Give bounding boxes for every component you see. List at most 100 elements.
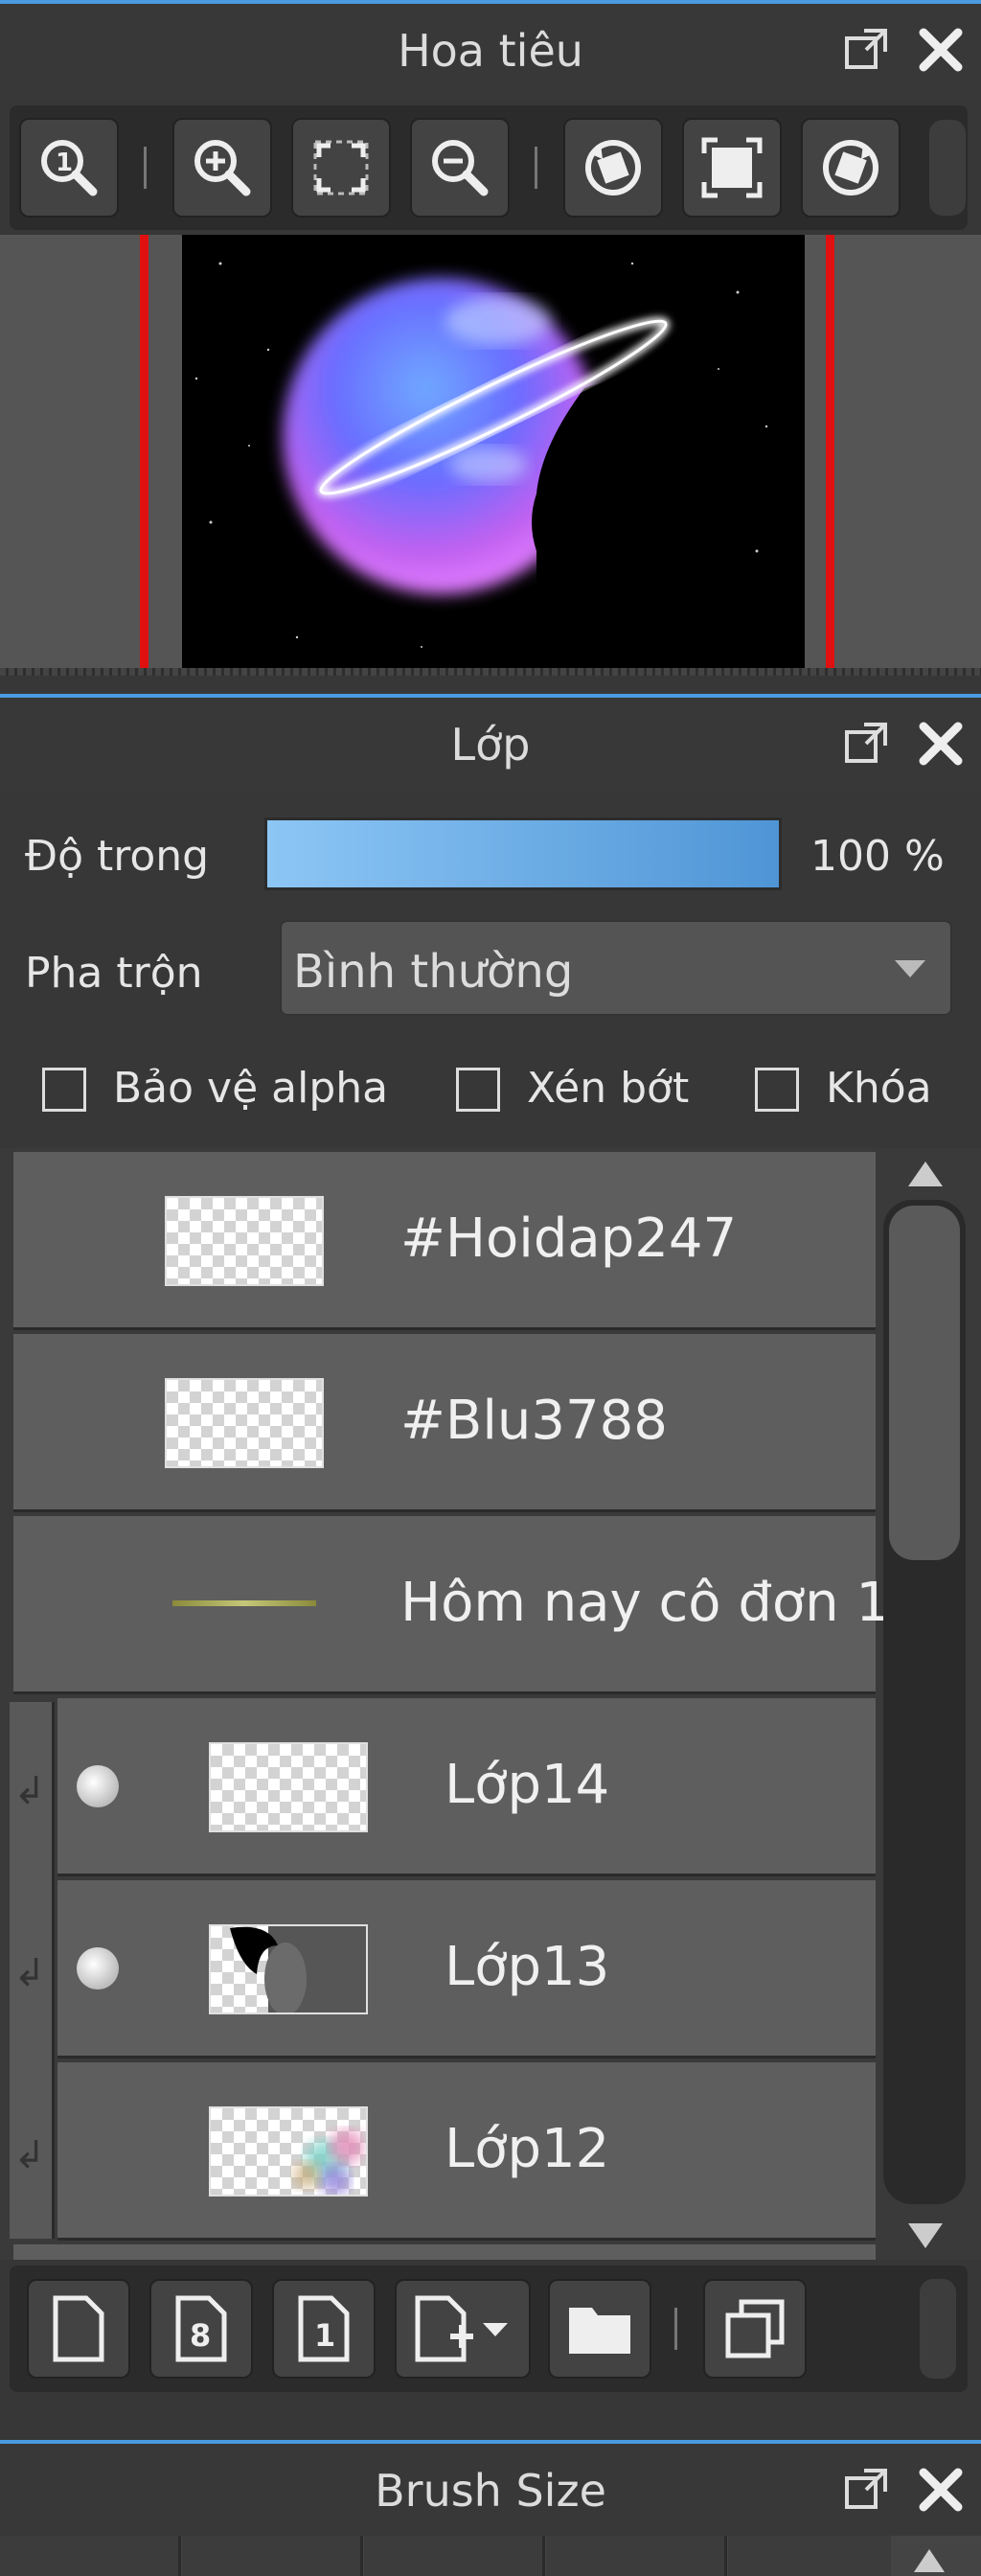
rotate-right-icon [823, 140, 878, 196]
brush-size-cell[interactable] [182, 2536, 363, 2576]
layer-name: Lớp14 [445, 1754, 610, 1816]
brush-size-cell[interactable] [0, 2536, 181, 2576]
new-8bit-layer-button[interactable]: 8 [149, 2279, 253, 2379]
full-screen-button[interactable] [682, 118, 782, 218]
layer-row[interactable]: Lớp13 [57, 1880, 876, 2058]
opacity-slider[interactable] [264, 817, 782, 890]
navigator-title: Hoa tiêu [398, 25, 583, 77]
zoom-out-icon [432, 140, 489, 196]
brush-size-grid [0, 2536, 981, 2576]
blend-mode-value: Bình thường [293, 945, 574, 999]
visibility-toggle-icon[interactable] [77, 1765, 119, 1807]
new-8bit-layer-icon: 8 [175, 2295, 227, 2362]
add-layer-dropdown-button[interactable] [395, 2279, 531, 2379]
float-panel-icon[interactable] [841, 2465, 891, 2515]
clip-arrow-icon: ↲ [13, 1951, 46, 1995]
new-page-icon [53, 2295, 104, 2362]
close-icon[interactable] [916, 719, 966, 769]
layer-name: Lớp12 [445, 2118, 610, 2180]
float-panel-icon[interactable] [841, 25, 891, 75]
new-1bit-layer-button[interactable]: 1 [272, 2279, 376, 2379]
zoom-actual-button[interactable]: 1 [19, 118, 119, 218]
layer-toolbar: 8 1 [10, 2266, 968, 2392]
layer-row[interactable]: #Hoidap247 [13, 1152, 876, 1330]
rotate-left-button[interactable] [563, 118, 663, 218]
new-1bit-layer-icon: 1 [298, 2295, 350, 2362]
navigator-toolbar: 1 [10, 105, 968, 230]
rotate-right-button[interactable] [801, 118, 901, 218]
layer-row[interactable]: Lớp12 [57, 2062, 876, 2241]
brush-size-cell[interactable] [546, 2536, 727, 2576]
clip-arrow-icon: ↲ [13, 2133, 46, 2177]
layer-list-scrollbar-thumb[interactable] [889, 1206, 960, 1560]
float-panel-icon[interactable] [841, 719, 891, 769]
duplicate-layer-button[interactable] [703, 2279, 807, 2379]
layer-thumbnail [209, 1742, 368, 1832]
text-stroke-preview [172, 1600, 316, 1606]
new-folder-button[interactable] [548, 2279, 651, 2379]
layers-title-bar: Lớp [0, 694, 981, 792]
zoom-in-button[interactable] [172, 118, 272, 218]
zoom-in-icon [194, 140, 251, 196]
toolbar-separator [535, 147, 537, 189]
close-icon[interactable] [916, 25, 966, 75]
rotate-left-icon [585, 140, 641, 196]
layers-title: Lớp [450, 719, 531, 770]
scroll-up-icon[interactable] [910, 2545, 948, 2574]
scroll-down-icon[interactable] [904, 2220, 947, 2252]
layer-name: #Blu3788 [400, 1390, 668, 1452]
layer-row[interactable]: Lớp14 [57, 1698, 876, 1876]
duplicate-icon [725, 2299, 785, 2358]
lock-label: Khóa [826, 1064, 932, 1113]
viewport-left-edge [140, 235, 148, 676]
svg-text:1: 1 [56, 149, 73, 177]
clipping-checkbox[interactable] [456, 1068, 500, 1112]
svg-text:8: 8 [190, 2317, 211, 2354]
layer-thumbnail [209, 1924, 368, 2014]
chevron-down-icon [895, 960, 925, 978]
new-layer-button[interactable] [27, 2279, 130, 2379]
layer-thumbnail-art [293, 2129, 364, 2195]
brush-size-cell[interactable] [364, 2536, 545, 2576]
brush-size-cell[interactable] [728, 2536, 891, 2576]
lock-checkbox[interactable] [755, 1068, 799, 1112]
visibility-toggle-icon[interactable] [77, 1947, 119, 1990]
navigator-title-bar: Hoa tiêu [0, 0, 981, 98]
layer-row[interactable]: #Blu3788 [13, 1334, 876, 1512]
layer-list: #Hoidap247 #Blu3788 Hôm nay cô đơn 1 ↲ L… [0, 1148, 981, 2260]
full-screen-icon [701, 137, 763, 198]
toolbar-scrollbar[interactable] [920, 2279, 956, 2379]
svg-text:1: 1 [314, 2317, 335, 2354]
toolbar-scrollbar[interactable] [929, 120, 966, 216]
layer-name: Lớp13 [445, 1936, 610, 1998]
opacity-value: 100 % [810, 832, 945, 881]
blend-mode-select[interactable]: Bình thường [280, 920, 952, 1016]
add-layer-icon [415, 2295, 508, 2362]
blend-mode-label: Pha trộn [25, 949, 203, 998]
layer-thumbnail [165, 1560, 324, 1650]
layer-thumbnail-art [230, 1926, 366, 2012]
close-icon[interactable] [916, 2465, 966, 2515]
protect-alpha-label: Bảo vệ alpha [113, 1064, 389, 1113]
toolbar-separator [674, 2308, 677, 2350]
zoom-actual-icon: 1 [41, 140, 98, 196]
layer-name: Hôm nay cô đơn 1 [400, 1572, 891, 1634]
layer-row[interactable]: Hôm nay cô đơn 1 [13, 1516, 890, 1694]
canvas-preview-image [182, 235, 805, 676]
layer-row-partial [13, 2244, 876, 2260]
brush-size-title: Brush Size [375, 2465, 606, 2517]
layer-thumbnail [209, 2106, 368, 2196]
brush-size-title-bar: Brush Size [0, 2440, 981, 2538]
panel-splitter[interactable] [0, 668, 981, 676]
clipping-label: Xén bớt [527, 1064, 690, 1113]
folder-icon [569, 2308, 630, 2354]
scroll-up-icon[interactable] [904, 1158, 947, 1190]
protect-alpha-checkbox[interactable] [42, 1068, 86, 1112]
zoom-out-button[interactable] [410, 118, 510, 218]
fit-screen-button[interactable] [291, 118, 391, 218]
layer-thumbnail [165, 1378, 324, 1468]
opacity-label: Độ trong [25, 832, 210, 881]
navigator-canvas-area[interactable] [0, 235, 981, 676]
viewport-right-edge [826, 235, 834, 676]
fit-screen-icon [313, 140, 369, 196]
